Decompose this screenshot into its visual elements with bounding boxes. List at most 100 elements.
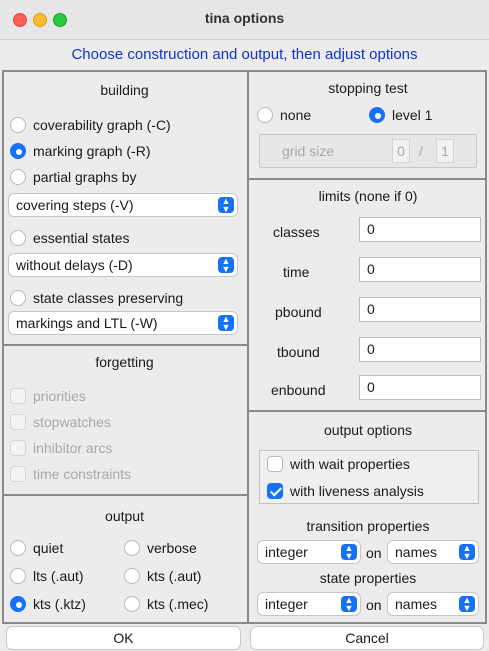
stopwatches-option: stopwatches (10, 414, 111, 430)
state-names-select[interactable]: names ▲ ▼ (387, 592, 479, 616)
classes-label: state classes preserving (33, 290, 184, 306)
transition-properties-title: transition properties (306, 518, 430, 534)
verbose-radio[interactable] (124, 540, 140, 556)
marking-radio[interactable] (10, 143, 26, 159)
stop-level-option[interactable]: level 1 (369, 107, 432, 123)
classes-select[interactable]: markings and LTL (-W) ▲ ▼ (8, 311, 238, 335)
partial-select[interactable]: covering steps (-V) ▲ ▼ (8, 193, 238, 217)
lts-option[interactable]: lts (.aut) (10, 568, 84, 584)
stop-level-label: level 1 (392, 107, 433, 123)
classes-radio[interactable] (10, 290, 26, 306)
priorities-checkbox (10, 388, 26, 404)
limits-title: limits (none if 0) (318, 188, 418, 204)
kts-aut-option[interactable]: kts (.aut) (124, 568, 201, 584)
verbose-option[interactable]: verbose (124, 540, 197, 556)
tina-options-window: tina options Choose construction and out… (0, 0, 489, 651)
kts-mec-option[interactable]: kts (.mec) (124, 596, 208, 612)
kts-ktz-option[interactable]: kts (.ktz) (10, 596, 86, 612)
kts-mec-radio[interactable] (124, 596, 140, 612)
transition-type-select[interactable]: integer ▲ ▼ (257, 540, 361, 564)
time-constraints-label: time constraints (33, 466, 132, 482)
classes-option[interactable]: state classes preserving (10, 290, 183, 306)
essential-select[interactable]: without delays (-D) ▲ ▼ (8, 253, 238, 277)
grid-size-a: 0 (392, 139, 410, 163)
kts-aut-label: kts (.aut) (147, 568, 202, 584)
stop-none-radio[interactable] (257, 107, 273, 123)
kts-ktz-radio[interactable] (10, 596, 26, 612)
pbound-label: pbound (275, 304, 322, 320)
liveness-label: with liveness analysis (290, 483, 424, 499)
kts-ktz-label: kts (.ktz) (33, 596, 86, 612)
pbound-field[interactable]: 0 (359, 297, 481, 322)
time-constraints-checkbox (10, 466, 26, 482)
chevron-updown-icon: ▲ ▼ (459, 596, 475, 613)
partial-radio[interactable] (10, 169, 26, 185)
classes-limit-label: classes (273, 224, 320, 240)
state-properties-title: state properties (319, 570, 417, 586)
partial-select-value: covering steps (-V) (16, 197, 134, 213)
essential-radio[interactable] (10, 230, 26, 246)
transition-names-select[interactable]: names ▲ ▼ (387, 540, 479, 564)
output-title: output (105, 508, 144, 524)
partial-option[interactable]: partial graphs by (10, 169, 137, 185)
divider (249, 178, 487, 180)
priorities-option: priorities (10, 388, 86, 404)
kts-aut-radio[interactable] (124, 568, 140, 584)
marking-option[interactable]: marking graph (-R) (10, 143, 150, 159)
ok-button[interactable]: OK (6, 626, 241, 650)
stopping-title: stopping test (328, 80, 408, 96)
lts-radio[interactable] (10, 568, 26, 584)
left-column: building coverability graph (-C) marking… (2, 70, 247, 624)
stop-level-radio[interactable] (369, 107, 385, 123)
cancel-button[interactable]: Cancel (250, 626, 484, 650)
stopwatches-label: stopwatches (33, 414, 111, 430)
inhibitor-checkbox (10, 440, 26, 456)
state-type-select[interactable]: integer ▲ ▼ (257, 592, 361, 616)
quiet-label: quiet (33, 540, 64, 556)
grid-size-b: 1 (436, 139, 454, 163)
stopwatches-checkbox (10, 414, 26, 430)
time-limit-label: time (283, 264, 310, 280)
window-title: tina options (204, 10, 285, 26)
wait-checkbox[interactable] (267, 456, 283, 472)
essential-label: essential states (33, 230, 130, 246)
quiet-radio[interactable] (10, 540, 26, 556)
stop-none-label: none (280, 107, 312, 123)
time-constraints-option: time constraints (10, 466, 131, 482)
priorities-label: priorities (33, 388, 86, 404)
chevron-updown-icon: ▲ ▼ (218, 197, 234, 214)
grid-size-group: grid size 0 / 1 (259, 134, 477, 168)
enbound-field[interactable]: 0 (359, 375, 481, 400)
grid-size-label: grid size (282, 143, 335, 159)
divider (249, 410, 487, 412)
right-column: stopping test none level 1 grid size 0 /… (247, 70, 487, 624)
quiet-option[interactable]: quiet (10, 540, 63, 556)
stop-none-option[interactable]: none (257, 107, 311, 123)
partial-label: partial graphs by (33, 169, 137, 185)
coverability-option[interactable]: coverability graph (-C) (10, 117, 171, 133)
liveness-checkbox[interactable] (267, 483, 283, 499)
coverability-label: coverability graph (-C) (33, 117, 171, 133)
essential-option[interactable]: essential states (10, 230, 130, 246)
coverability-radio[interactable] (10, 117, 26, 133)
classes-select-value: markings and LTL (-W) (16, 315, 158, 331)
wait-option[interactable]: with wait properties (267, 456, 410, 472)
transition-on-label: on (366, 545, 382, 561)
time-limit-field[interactable]: 0 (359, 257, 481, 282)
liveness-option[interactable]: with liveness analysis (267, 483, 424, 499)
chevron-updown-icon: ▲ ▼ (341, 596, 357, 613)
lts-label: lts (.aut) (33, 568, 84, 584)
divider (2, 494, 247, 496)
marking-label: marking graph (-R) (33, 143, 151, 159)
tbound-field[interactable]: 0 (359, 337, 481, 362)
verbose-label: verbose (147, 540, 197, 556)
chevron-updown-icon: ▲ ▼ (341, 544, 357, 561)
building-title: building (100, 82, 149, 98)
classes-limit-field[interactable]: 0 (359, 217, 481, 242)
inhibitor-option: inhibitor arcs (10, 440, 112, 456)
divider (2, 344, 247, 346)
forgetting-title: forgetting (95, 354, 154, 370)
wait-label: with wait properties (290, 456, 410, 472)
instruction-banner: Choose construction and output, then adj… (71, 46, 418, 63)
chevron-updown-icon: ▲ ▼ (218, 315, 234, 332)
